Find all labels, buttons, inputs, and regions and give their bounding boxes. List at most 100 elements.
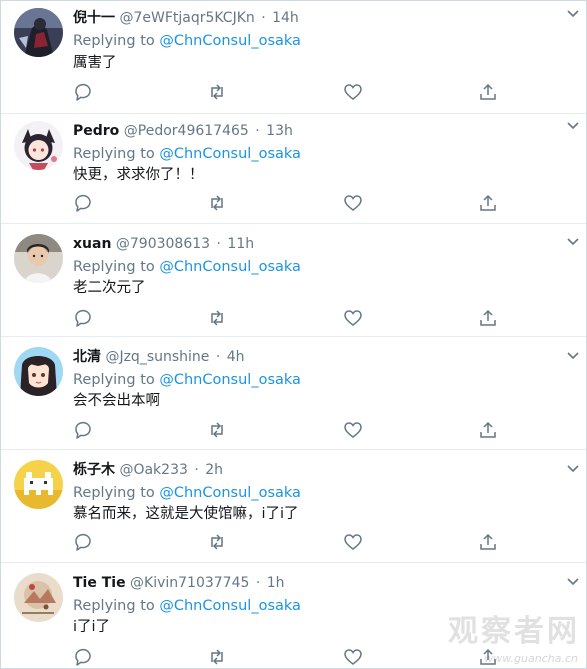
chevron-down-icon[interactable] (566, 464, 580, 474)
reply-icon[interactable] (73, 193, 93, 213)
reply-icon[interactable] (73, 308, 93, 328)
timestamp[interactable]: 4h (227, 349, 245, 365)
pixel-creature-avatar (14, 460, 63, 509)
timestamp[interactable]: 11h (227, 236, 254, 252)
avatar[interactable] (14, 234, 63, 283)
tweet-text: 老二次元了 (73, 280, 146, 296)
chevron-down-icon[interactable] (566, 237, 580, 247)
reply-icon[interactable] (73, 647, 93, 667)
chevron-down-icon[interactable] (566, 9, 580, 19)
chevron-down-icon[interactable] (566, 351, 580, 361)
user-handle[interactable]: @Jzq_sunshine (105, 349, 209, 365)
tweet-header: 栎子木 @Oak233 · 2h (73, 461, 223, 479)
chevron-down-icon[interactable] (566, 577, 580, 587)
replying-to: Replying to @ChnConsul_osaka (73, 32, 301, 50)
display-name[interactable]: Tie Tie (73, 575, 126, 591)
replying-to-label: Replying to (73, 146, 155, 162)
share-icon[interactable] (478, 308, 498, 328)
replying-to-label: Replying to (73, 372, 155, 388)
tweet-header: 倪十一 @7eWFtjaqr5KCJKn · 14h (73, 9, 299, 27)
avatar[interactable] (14, 460, 63, 509)
tweet[interactable]: 倪十一 @7eWFtjaqr5KCJKn · 14h Replying to @… (1, 1, 586, 114)
illustration-avatar (14, 573, 63, 622)
retweet-icon[interactable] (207, 193, 227, 213)
mention-link[interactable]: @ChnConsul_osaka (159, 372, 301, 388)
avatar[interactable] (14, 8, 63, 57)
tweet-header: 北清 @Jzq_sunshine · 4h (73, 348, 245, 366)
mention-link[interactable]: @ChnConsul_osaka (159, 485, 301, 501)
separator-dot: · (255, 123, 260, 139)
dark-figure-avatar (14, 8, 63, 57)
timestamp[interactable]: 2h (205, 462, 223, 478)
avatar[interactable] (14, 347, 63, 396)
chevron-down-icon[interactable] (566, 121, 580, 131)
timestamp[interactable]: 13h (266, 123, 293, 139)
tweet[interactable]: xuan @790308613 · 11h Replying to @ChnCo… (1, 224, 586, 337)
reply-icon[interactable] (73, 420, 93, 440)
separator-dot: · (194, 462, 199, 478)
replying-to-label: Replying to (73, 598, 155, 614)
user-handle[interactable]: @7eWFtjaqr5KCJKn (119, 10, 254, 26)
replying-to: Replying to @ChnConsul_osaka (73, 597, 301, 615)
like-icon[interactable] (343, 82, 363, 102)
mention-link[interactable]: @ChnConsul_osaka (159, 259, 301, 275)
share-icon[interactable] (478, 420, 498, 440)
avatar[interactable] (14, 573, 63, 622)
tweet[interactable]: 栎子木 @Oak233 · 2h Replying to @ChnConsul_… (1, 450, 586, 563)
replying-to: Replying to @ChnConsul_osaka (73, 371, 301, 389)
tweet-header: Tie Tie @Kivin71037745 · 1h (73, 574, 285, 592)
like-icon[interactable] (343, 193, 363, 213)
mention-link[interactable]: @ChnConsul_osaka (159, 146, 301, 162)
reply-icon[interactable] (73, 532, 93, 552)
tweet-text: i了i了 (73, 619, 111, 635)
replying-to: Replying to @ChnConsul_osaka (73, 484, 301, 502)
watermark-url: www.guancha.cn (484, 652, 578, 665)
replying-to-label: Replying to (73, 485, 155, 501)
share-icon[interactable] (478, 82, 498, 102)
retweet-icon[interactable] (207, 308, 227, 328)
photo-person-avatar (14, 234, 63, 283)
mention-link[interactable]: @ChnConsul_osaka (159, 33, 301, 49)
share-icon[interactable] (478, 532, 498, 552)
user-handle[interactable]: @Oak233 (119, 462, 187, 478)
retweet-icon[interactable] (207, 647, 227, 667)
mention-link[interactable]: @ChnConsul_osaka (159, 598, 301, 614)
separator-dot: · (216, 236, 221, 252)
user-handle[interactable]: @Pedor49617465 (124, 123, 249, 139)
display-name[interactable]: Pedro (73, 123, 119, 139)
display-name[interactable]: 北清 (73, 349, 101, 365)
separator-dot: · (261, 10, 266, 26)
user-handle[interactable]: @Kivin71037745 (130, 575, 249, 591)
share-icon[interactable] (478, 193, 498, 213)
tweet-text: 快更，求求你了！！ (73, 167, 204, 183)
like-icon[interactable] (343, 420, 363, 440)
display-name[interactable]: 栎子木 (73, 462, 115, 478)
retweet-icon[interactable] (207, 420, 227, 440)
retweet-icon[interactable] (207, 82, 227, 102)
like-icon[interactable] (343, 308, 363, 328)
like-icon[interactable] (343, 647, 363, 667)
tweet[interactable]: 北清 @Jzq_sunshine · 4h Replying to @ChnCo… (1, 337, 586, 450)
tweet[interactable]: Pedro @Pedor49617465 · 13h Replying to @… (1, 111, 586, 224)
tweet-text: 会不会出本啊 (73, 393, 160, 409)
tweet-header: xuan @790308613 · 11h (73, 235, 254, 253)
tweet-text: 慕名而来，这就是大使馆嘛，i了i了 (73, 506, 299, 522)
timestamp[interactable]: 1h (267, 575, 285, 591)
tweet-header: Pedro @Pedor49617465 · 13h (73, 122, 293, 140)
replying-to: Replying to @ChnConsul_osaka (73, 258, 301, 276)
separator-dot: · (215, 349, 221, 365)
like-icon[interactable] (343, 532, 363, 552)
avatar[interactable] (14, 121, 63, 170)
user-handle[interactable]: @790308613 (116, 236, 210, 252)
replying-to: Replying to @ChnConsul_osaka (73, 145, 301, 163)
retweet-icon[interactable] (207, 532, 227, 552)
display-name[interactable]: xuan (73, 236, 111, 252)
watermark-logo: 观察者网 (448, 614, 580, 649)
chibi-girl-avatar (14, 121, 63, 170)
timestamp[interactable]: 14h (272, 10, 299, 26)
reply-icon[interactable] (73, 82, 93, 102)
anime-girl-avatar (14, 347, 63, 396)
display-name[interactable]: 倪十一 (73, 10, 115, 26)
separator-dot: · (255, 575, 261, 591)
replying-to-label: Replying to (73, 33, 155, 49)
